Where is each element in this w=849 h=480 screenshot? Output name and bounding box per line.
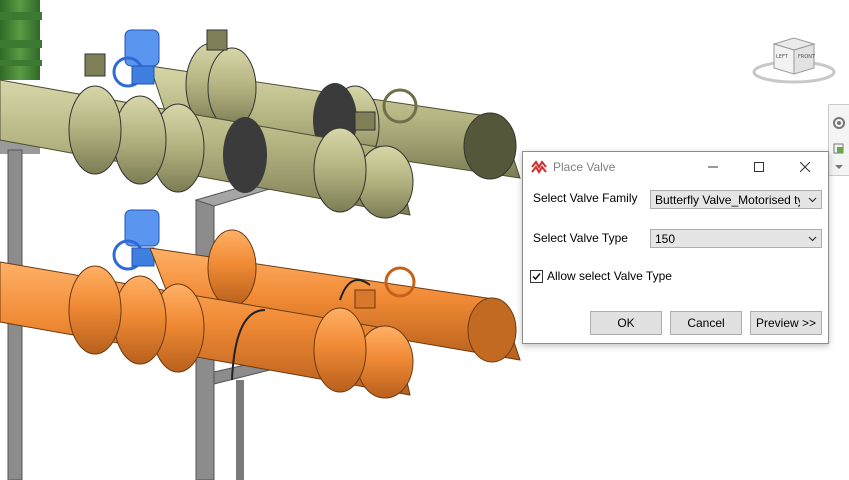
viewcube-front-label[interactable]: FRONT bbox=[798, 54, 815, 60]
valve-family-value: Butterfly Valve_Motorised type_ bbox=[655, 193, 800, 207]
place-valve-dialog: Place Valve Select Valve Family Butterfl… bbox=[522, 151, 829, 344]
minimize-icon bbox=[708, 166, 718, 168]
chevron-down-icon bbox=[808, 197, 817, 203]
green-vertical-pipe[interactable] bbox=[0, 0, 42, 80]
steering-wheel-icon[interactable] bbox=[831, 115, 847, 131]
blue-actuator-upper[interactable] bbox=[112, 29, 160, 88]
dialog-title: Place Valve bbox=[553, 160, 616, 174]
valve-type-select[interactable]: 150 bbox=[650, 229, 822, 248]
navigation-bar bbox=[828, 104, 849, 176]
preview-button[interactable]: Preview >> bbox=[750, 311, 822, 335]
chevron-down-icon bbox=[808, 236, 817, 242]
valve-family-label: Select Valve Family bbox=[533, 191, 638, 205]
blue-actuator-lower[interactable] bbox=[112, 209, 160, 271]
close-button[interactable] bbox=[782, 152, 828, 182]
allow-valve-type-label[interactable]: Allow select Valve Type bbox=[547, 269, 672, 283]
valve-type-value: 150 bbox=[655, 232, 676, 246]
place-valve-icon bbox=[531, 160, 547, 174]
valve-family-select[interactable]: Butterfly Valve_Motorised type_ bbox=[650, 190, 822, 209]
viewcube[interactable]: LEFT FRONT bbox=[752, 30, 836, 86]
dialog-titlebar[interactable]: Place Valve bbox=[523, 152, 828, 182]
minimize-button[interactable] bbox=[690, 152, 736, 182]
maximize-button[interactable] bbox=[736, 152, 782, 182]
viewcube-left-label[interactable]: LEFT bbox=[776, 54, 788, 60]
valve-type-label: Select Valve Type bbox=[533, 231, 628, 245]
zoom-icon[interactable] bbox=[831, 141, 847, 157]
chevron-down-icon[interactable] bbox=[831, 159, 847, 175]
close-icon bbox=[800, 162, 810, 172]
checkmark-icon bbox=[532, 273, 541, 281]
maximize-icon bbox=[754, 162, 764, 172]
allow-valve-type-checkbox[interactable] bbox=[530, 270, 543, 283]
cancel-button[interactable]: Cancel bbox=[670, 311, 742, 335]
ok-button[interactable]: OK bbox=[590, 311, 662, 335]
